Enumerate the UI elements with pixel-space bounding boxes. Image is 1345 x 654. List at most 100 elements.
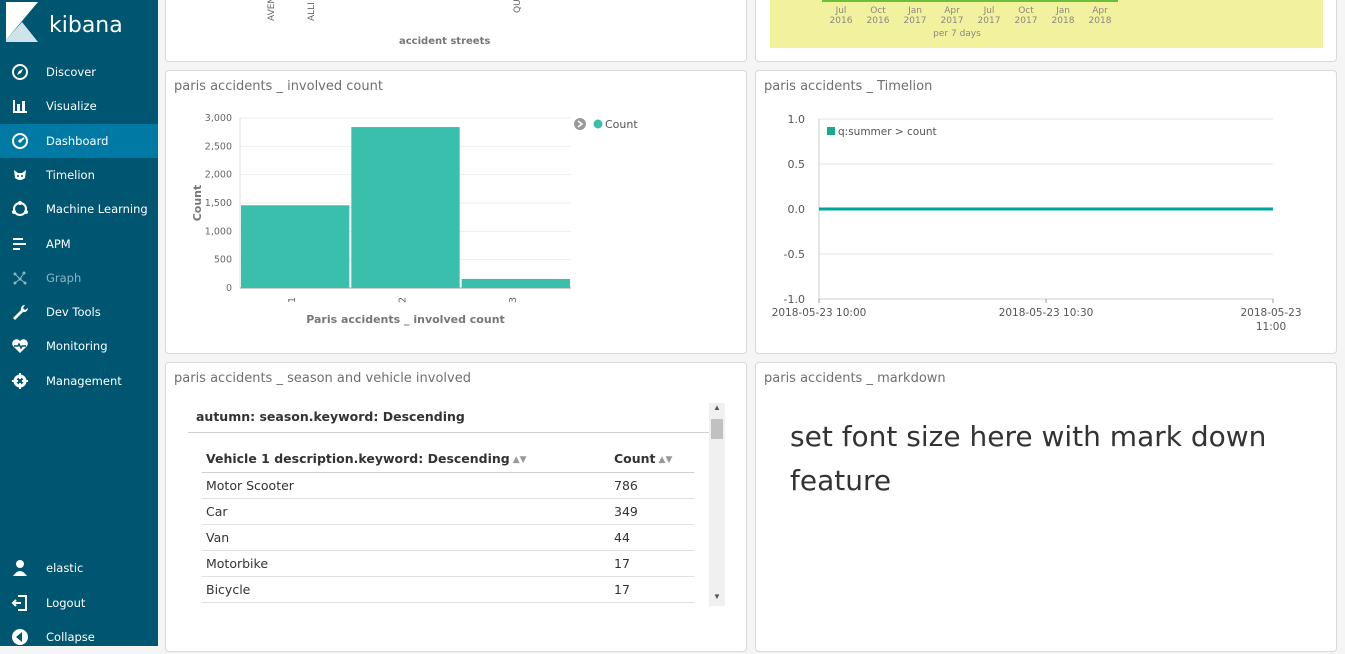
count-cell: 17 [610,576,694,603]
tick-label: Apr [944,6,960,16]
sidebar-item-label: Logout [46,595,86,610]
scrollbar[interactable]: ▲ ▼ [709,403,725,606]
vehicle-cell: Motorbike [202,550,610,577]
scroll-down-icon[interactable]: ▼ [709,592,725,604]
legend-toggle-icon[interactable] [574,118,586,130]
histogram-axis: Jul2016Oct2016Jan2017Apr2017Jul2017Oct20… [822,0,1118,39]
tick-label: Oct [870,6,886,16]
sidebar-item-label: Discover [46,65,97,79]
column-header-vehicle[interactable]: Vehicle 1 description.keyword: Descendin… [202,446,610,473]
tick-label: 2017 [978,16,1001,26]
y-tick-label: 2,500 [205,141,232,152]
sidebar-item-management[interactable]: Management [0,364,158,398]
tick-label: 2018 [1089,16,1112,26]
sidebar-item-discover[interactable]: Discover [0,55,158,89]
sidebar-item-label: APM [46,236,71,251]
legend-swatch [593,119,603,129]
sidebar-item-label: Monitoring [46,339,108,354]
table-header-row: Vehicle 1 description.keyword: Descendin… [202,446,694,473]
panel-title: paris accidents _ markdown [764,371,946,386]
machine-learning-icon [12,201,28,217]
table-row: Motor Scooter 786 [202,472,694,499]
kibana-logo-icon [6,2,38,42]
panel-title: paris accidents _ season and vehicle inv… [174,371,471,386]
logout-icon [11,594,27,611]
interval-label: per 7 days [933,29,981,39]
bar[interactable] [241,205,350,288]
scroll-up-icon[interactable]: ▲ [709,403,725,415]
tick-label: Jan [907,6,922,16]
accident-streets-panel: AVEN ALLI QU accident streets [165,0,747,62]
count-cell: 44 [610,524,694,551]
y-tick-label: 0.5 [788,158,806,171]
sidebar-item-dev-tools[interactable]: Dev Tools [0,295,158,329]
tick-label: 2017 [941,16,964,26]
y-tick-label: 0.0 [788,203,806,216]
sidebar-item-graph[interactable]: Graph [0,261,158,295]
app-name: kibana [49,13,123,38]
apm-icon [13,237,26,250]
user-icon [13,560,27,576]
dashboard-icon [12,132,28,149]
y-axis-title: Count [191,185,204,222]
sidebar-item-label: Dashboard [46,133,109,148]
sidebar-item-label: Dev Tools [46,305,101,320]
heartbeat-icon [12,339,28,354]
scrollbar-thumb[interactable] [711,419,723,439]
bar[interactable] [351,127,460,288]
y-tick-label: 3,000 [205,113,232,124]
tick-label: Jul [983,6,995,16]
sidebar-item-label: Visualize [46,99,97,114]
group-title: autumn: season.keyword: Descending [196,409,465,424]
sidebar-item-dashboard[interactable]: Dashboard [0,123,158,158]
vehicle-cell: Car [202,498,610,525]
sidebar-item-machine-learning[interactable]: Machine Learning [0,192,158,226]
wrench-icon [13,305,29,321]
tick-label: 2018 [1052,16,1075,26]
column-header-count[interactable]: Count ▲▼ [610,446,694,473]
graph-icon [13,271,27,285]
table-row: Van 44 [202,524,694,551]
involved-count-panel: paris accidents _ involved count 0 500 1,0… [165,70,747,354]
sidebar-item-label: Machine Learning [46,202,148,217]
sidebar-item-collapse[interactable]: Collapse [0,620,158,654]
divider [188,432,710,433]
tick-label: ALLI [307,2,317,21]
sidebar-item-monitoring[interactable]: Monitoring [0,329,158,363]
tick-label: Jan [1055,6,1070,16]
legend-label[interactable]: q:summer > count [838,126,937,138]
y-tick-label: 1,500 [205,198,232,209]
tick-label: 2017 [904,16,927,26]
tick-label: QU [513,0,523,13]
accident-streets-chart: AVEN ALLI QU accident streets [267,0,523,47]
axis-title: accident streets [399,36,490,47]
tick-label: Apr [1092,6,1108,16]
bar[interactable] [461,278,570,288]
legend-swatch [827,127,835,135]
x-tick-label: 3 [508,297,519,303]
kibana-logo[interactable]: kibana [4,2,154,44]
tick-label: 2016 [867,16,890,26]
tick-label: Jul [835,6,847,16]
sidebar-item-elastic[interactable]: elastic [0,551,158,585]
sidebar-item-logout[interactable]: Logout [0,586,158,620]
timelion-chart: 1.0 0.5 0.0 -0.5 -1.02018-05-23 10:00 2018-05… [772,113,1302,333]
sort-icon[interactable]: ▲▼ [513,455,527,465]
table-row: Car 349 [202,498,694,525]
timelion-panel: paris accidents _ Timelion 1.0 0.5 0.0 -0.5… [755,70,1337,354]
sidebar-item-visualize[interactable]: Visualize [0,89,158,123]
sidebar-item-label: Collapse [46,630,95,644]
vehicle-cell: Bicycle [202,576,610,603]
gear-icon [12,372,28,389]
y-tick-label: 500 [214,255,232,266]
compass-icon [12,64,28,80]
tick-label: Oct [1018,6,1034,16]
table-row: Bicycle 17 [202,576,694,603]
legend-label[interactable]: Count [605,118,638,131]
count-cell: 349 [610,498,694,525]
involved-count-chart: 0 500 1,000 1,500 2,000 2,500 3,000 1 2 3 Paris ac… [191,113,638,326]
x-tick-label: 2018-05-23 10:30 [999,307,1094,319]
sidebar-item-apm[interactable]: APM [0,227,158,261]
sidebar-item-timelion[interactable]: Timelion [0,158,158,192]
sort-icon[interactable]: ▲▼ [659,455,673,465]
